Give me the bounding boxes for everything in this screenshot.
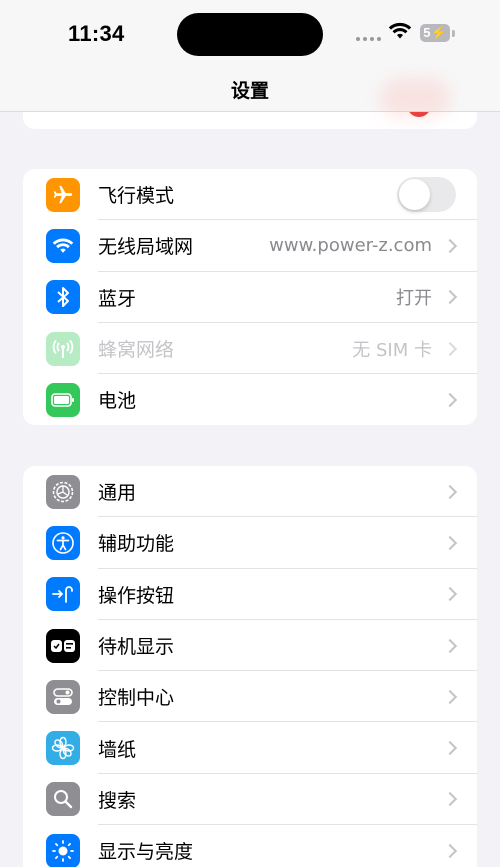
settings-row-standby[interactable]: 待机显示 — [23, 620, 477, 672]
chevron-right-icon — [442, 290, 458, 305]
accessibility-icon — [46, 525, 80, 560]
chevron-right-icon — [442, 238, 458, 254]
toggles-icon — [46, 679, 80, 714]
status-time: 11:34 — [68, 21, 125, 46]
antenna-icon — [46, 331, 80, 366]
chevron-right-icon — [442, 741, 458, 756]
chevron-right-icon — [442, 484, 458, 499]
settings-row-wifi[interactable]: 无线局域网 www.power-z.com — [23, 220, 477, 272]
battery-status-icon: 5⚡ — [420, 24, 450, 42]
display-brightness-label: 显示与亮度 — [98, 841, 194, 864]
standby-label: 待机显示 — [98, 636, 175, 659]
chevron-right-icon — [442, 689, 458, 704]
airplane-mode-toggle[interactable] — [397, 177, 456, 213]
standby-icon — [46, 628, 80, 663]
wifi-status-icon — [388, 22, 412, 39]
settings-row-search[interactable]: 搜索 — [23, 774, 477, 826]
dynamic-island — [177, 13, 323, 56]
status-and-nav-bar: 11:34 5⚡ 设置 — [0, 0, 500, 118]
cellular-signal-icon — [356, 37, 381, 41]
wifi-label: 无线局域网 — [98, 236, 194, 259]
action-button-label: 操作按钮 — [98, 584, 175, 607]
chevron-right-icon — [442, 792, 458, 807]
bluetooth-label: 蓝牙 — [98, 287, 137, 310]
battery-level: 5 — [423, 25, 431, 40]
chevron-right-icon — [442, 638, 458, 653]
toggle-knob — [399, 179, 430, 211]
settings-row-action-button[interactable]: 操作按钮 — [23, 569, 477, 620]
flower-icon — [46, 731, 80, 766]
action-button-icon — [46, 577, 80, 612]
page-title: 设置 — [230, 80, 269, 102]
accessibility-label: 辅助功能 — [98, 533, 175, 556]
chevron-right-icon — [442, 392, 458, 407]
search-label: 搜索 — [98, 789, 137, 812]
control-center-label: 控制中心 — [98, 687, 175, 710]
bluetooth-icon — [46, 280, 80, 315]
cellular-status: 无 SIM 卡 — [352, 339, 432, 361]
gear-icon — [46, 474, 80, 509]
airplane-icon — [46, 177, 80, 212]
settings-row-battery[interactable]: 电池 — [23, 374, 477, 425]
settings-row-general[interactable]: 通用 — [23, 466, 477, 518]
wifi-network-name: www.power-z.com — [269, 235, 432, 257]
general-group: 通用 辅助功能 操作按钮 待机显示 控制中心 墙纸 搜索 显示与亮度 — [23, 466, 477, 867]
battery-icon — [46, 382, 80, 417]
settings-row-bluetooth[interactable]: 蓝牙 打开 — [23, 272, 477, 323]
airplane-mode-label: 飞行模式 — [98, 185, 175, 208]
chevron-right-icon — [442, 341, 458, 356]
connectivity-group: 飞行模式 无线局域网 www.power-z.com 蓝牙 打开 蜂窝网络 无 … — [23, 169, 477, 426]
settings-row-accessibility[interactable]: 辅助功能 — [23, 517, 477, 569]
chevron-right-icon — [442, 587, 458, 602]
chevron-right-icon — [442, 535, 458, 551]
settings-row-airplane-mode[interactable]: 飞行模式 — [23, 169, 477, 221]
battery-label: 电池 — [98, 390, 137, 413]
bluetooth-status: 打开 — [396, 288, 432, 310]
wifi-icon — [46, 228, 80, 263]
settings-row-control-center[interactable]: 控制中心 — [23, 671, 477, 723]
settings-row-cellular[interactable]: 蜂窝网络 无 SIM 卡 — [23, 323, 477, 375]
settings-row-wallpaper[interactable]: 墙纸 — [23, 722, 477, 774]
settings-row-display[interactable]: 显示与亮度 — [23, 825, 477, 867]
sun-icon — [46, 833, 80, 867]
cellular-label: 蜂窝网络 — [98, 339, 175, 362]
battery-nub — [452, 30, 455, 37]
search-icon — [46, 782, 80, 817]
general-label: 通用 — [98, 482, 137, 505]
wallpaper-label: 墙纸 — [98, 738, 137, 761]
chevron-right-icon — [442, 843, 458, 858]
